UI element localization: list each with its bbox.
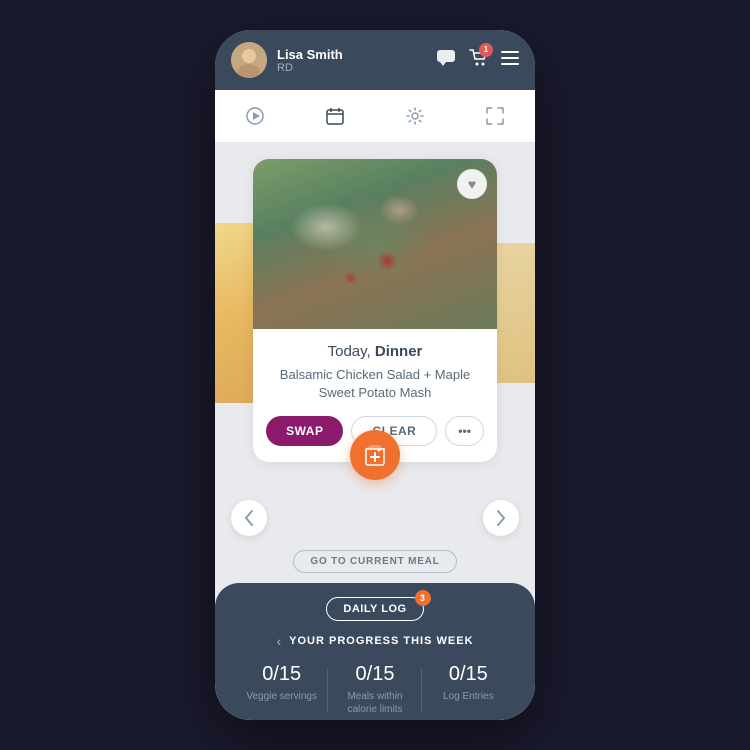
tab-expand[interactable] bbox=[475, 100, 515, 132]
stat-meals-value: 0/15 bbox=[328, 663, 421, 686]
cart-badge: 1 bbox=[479, 43, 493, 57]
meal-timing: Today, Dinner bbox=[269, 343, 481, 360]
cart-icon[interactable]: 1 bbox=[469, 49, 487, 72]
app-header: Lisa Smith RD 1 bbox=[215, 30, 535, 90]
bottom-section: DAILY LOG 3 ‹ YOUR PROGRESS THIS WEEK 0/… bbox=[215, 583, 535, 720]
stat-entries-label: Log Entries bbox=[422, 690, 515, 703]
stat-entries: 0/15 Log Entries bbox=[422, 663, 515, 716]
tab-calendar[interactable] bbox=[315, 100, 355, 132]
stat-meals-label: Meals withincalorie limits bbox=[328, 690, 421, 716]
user-name: Lisa Smith bbox=[277, 47, 343, 62]
stat-veggie: 0/15 Veggie servings bbox=[235, 663, 328, 716]
progress-back-icon[interactable]: ‹ bbox=[276, 633, 281, 649]
daily-log-row: DAILY LOG 3 bbox=[235, 597, 515, 621]
stat-entries-value: 0/15 bbox=[422, 663, 515, 686]
add-to-log-button[interactable] bbox=[350, 430, 400, 480]
next-arrow[interactable] bbox=[483, 500, 519, 536]
more-button[interactable]: ••• bbox=[445, 416, 484, 446]
tab-play[interactable] bbox=[235, 100, 275, 132]
menu-icon[interactable] bbox=[501, 51, 519, 70]
stat-meals: 0/15 Meals withincalorie limits bbox=[328, 663, 421, 716]
meal-type: Dinner bbox=[375, 343, 423, 360]
tab-settings[interactable] bbox=[395, 100, 435, 132]
stat-veggie-value: 0/15 bbox=[235, 663, 328, 686]
progress-stats: 0/15 Veggie servings 0/15 Meals withinca… bbox=[235, 663, 515, 716]
daily-log-button[interactable]: DAILY LOG 3 bbox=[326, 597, 423, 621]
goto-current-button[interactable]: GO TO CURRENT MEAL bbox=[293, 550, 456, 573]
message-icon[interactable] bbox=[437, 50, 455, 71]
nav-tabs bbox=[215, 90, 535, 143]
meal-image: ♥ bbox=[253, 159, 497, 329]
goto-current-area: GO TO CURRENT MEAL bbox=[215, 550, 535, 573]
header-actions: 1 bbox=[437, 49, 519, 72]
progress-title: YOUR PROGRESS THIS WEEK bbox=[289, 635, 473, 647]
swap-button[interactable]: SWAP bbox=[266, 416, 343, 446]
favorite-button[interactable]: ♥ bbox=[457, 169, 487, 199]
user-info: Lisa Smith RD bbox=[231, 42, 343, 78]
avatar[interactable] bbox=[231, 42, 267, 78]
meal-name: Balsamic Chicken Salad + Maple Sweet Pot… bbox=[269, 366, 481, 402]
meal-card: ♥ Today, Dinner Balsamic Chicken Salad +… bbox=[253, 159, 497, 462]
progress-header: ‹ YOUR PROGRESS THIS WEEK bbox=[235, 633, 515, 649]
prev-arrow[interactable] bbox=[231, 500, 267, 536]
user-role: RD bbox=[277, 62, 343, 74]
daily-log-badge: 3 bbox=[415, 590, 431, 606]
stat-veggie-label: Veggie servings bbox=[235, 690, 328, 703]
